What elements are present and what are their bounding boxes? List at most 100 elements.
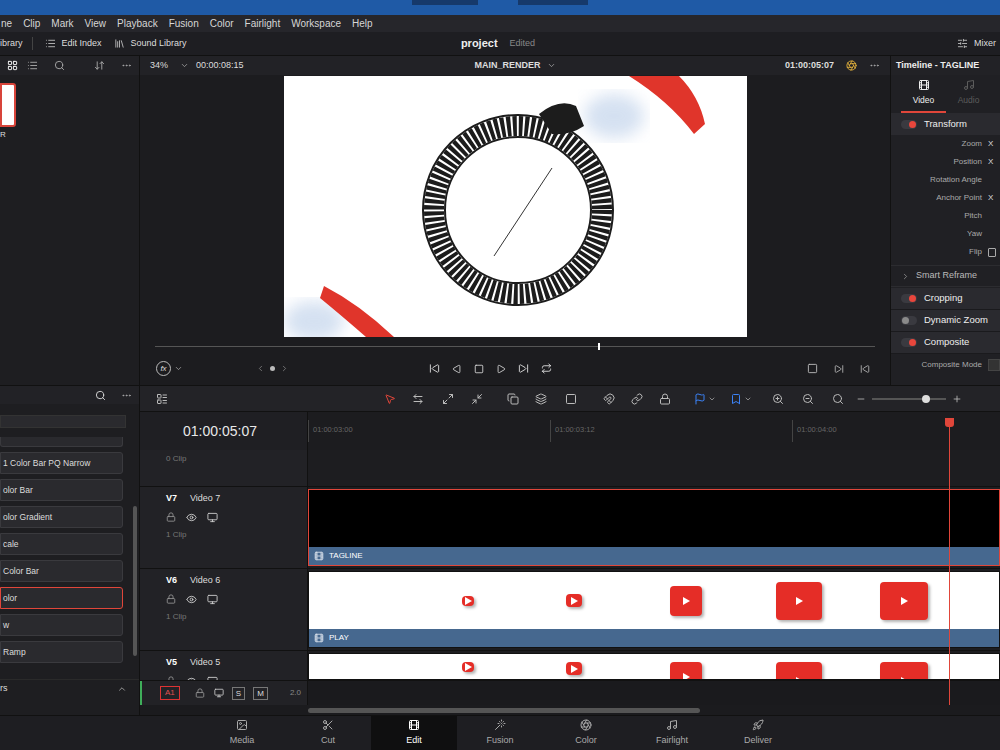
page-tab[interactable]: Edit: [371, 716, 457, 750]
inspector-field-value[interactable]: X: [988, 156, 1000, 168]
list-view-icon[interactable]: [27, 60, 38, 71]
composite-mode-dropdown[interactable]: [988, 359, 1000, 371]
playhead-head[interactable]: [945, 418, 954, 427]
snapping-icon[interactable]: [603, 393, 615, 405]
viewer-mode-icon[interactable]: [807, 363, 818, 374]
prev-clip-icon[interactable]: [256, 364, 265, 373]
effects-item[interactable]: Ramp: [0, 641, 123, 663]
effects-more-icon[interactable]: [121, 390, 132, 401]
stop-icon[interactable]: [474, 364, 484, 374]
auto-select-icon[interactable]: [214, 688, 224, 698]
auto-select-icon[interactable]: [186, 594, 197, 605]
track-name[interactable]: Video 7: [190, 492, 220, 506]
menu-item[interactable]: Playback: [117, 16, 158, 31]
page-tab[interactable]: Fusion: [457, 716, 543, 750]
track-name[interactable]: Video 6: [190, 574, 220, 588]
inspector-section[interactable]: Dynamic Zoom: [891, 310, 1000, 332]
zoom-custom-icon[interactable]: [832, 393, 844, 405]
linked-selection-icon[interactable]: [631, 393, 643, 405]
menu-item[interactable]: Color: [210, 16, 234, 31]
scrubber-handle[interactable]: [598, 343, 600, 350]
marker-icon[interactable]: [730, 393, 742, 405]
skip-forward-icon[interactable]: [518, 363, 529, 374]
menu-item[interactable]: Fusion: [169, 16, 199, 31]
toggle-switch[interactable]: [901, 294, 917, 303]
toolbar-button[interactable]: Edit Index: [45, 37, 102, 51]
fx-button[interactable]: fx: [156, 361, 171, 376]
grid-view-icon[interactable]: [7, 60, 18, 71]
playhead[interactable]: [949, 418, 950, 705]
selection-tool-icon[interactable]: [384, 393, 396, 405]
play-reverse-icon[interactable]: [452, 364, 462, 374]
play-icon[interactable]: [496, 364, 506, 374]
effects-item[interactable]: olor: [0, 587, 123, 609]
menu-item[interactable]: Mark: [51, 16, 73, 31]
timeline-scrollbar[interactable]: [308, 708, 700, 713]
inspector-tab[interactable]: Audio: [946, 75, 991, 113]
track-visibility-icon[interactable]: [207, 594, 218, 605]
viewer-more-icon[interactable]: [869, 60, 880, 71]
effects-item[interactable]: cale: [0, 533, 123, 555]
more-icon[interactable]: [121, 60, 132, 71]
track-name[interactable]: Video 5: [190, 656, 220, 670]
page-tab[interactable]: Media: [199, 716, 285, 750]
next-edit-icon[interactable]: [834, 364, 844, 374]
media-clip[interactable]: R: [0, 83, 16, 141]
zoom-slider-knob[interactable]: [922, 395, 930, 403]
zoom-dropdown-icon[interactable]: [180, 61, 189, 70]
effects-item[interactable]: w: [0, 614, 123, 636]
page-tab[interactable]: Cut: [285, 716, 371, 750]
timeline-ruler[interactable]: 01:00:03:0001:00:03:1201:00:04:00: [308, 412, 1000, 450]
effects-item[interactable]: 1 Color Bar PQ Narrow: [0, 452, 123, 474]
audio-track-label[interactable]: A1: [160, 686, 180, 700]
timeline-clip[interactable]: [308, 653, 1000, 680]
lock-icon[interactable]: [166, 594, 176, 604]
dynamic-trim-icon[interactable]: [442, 393, 454, 405]
inspector-tab[interactable]: Video: [901, 75, 946, 113]
flag-icon[interactable]: [694, 393, 706, 405]
menu-item[interactable]: ne: [1, 16, 12, 31]
viewer-zoom[interactable]: 34%: [150, 59, 168, 73]
effects-scrollbar[interactable]: [133, 506, 137, 656]
timeline-view-options-icon[interactable]: [156, 393, 168, 405]
insert-clip-icon[interactable]: [507, 393, 519, 405]
blade-tool-icon[interactable]: [471, 393, 483, 405]
inspector-field-value[interactable]: X: [988, 138, 1000, 150]
color-view-icon[interactable]: [846, 60, 857, 71]
effects-item[interactable]: olor Gradient: [0, 506, 123, 528]
trim-tool-icon[interactable]: [412, 393, 424, 405]
viewer-scrubber[interactable]: [140, 341, 890, 352]
inspector-field-value[interactable]: [988, 248, 1000, 257]
zoom-slider[interactable]: [872, 398, 946, 400]
prev-edit-icon[interactable]: [860, 364, 870, 374]
effects-item[interactable]: Color Bar: [0, 560, 123, 582]
page-tab[interactable]: Fairlight: [629, 716, 715, 750]
toggle-switch[interactable]: [901, 120, 917, 129]
loop-icon[interactable]: [541, 363, 552, 374]
effects-group-header[interactable]: rs: [0, 679, 139, 697]
track-visibility-icon[interactable]: [207, 512, 218, 523]
timeline-clip[interactable]: PLAY: [308, 571, 1000, 648]
marker-dropdown-icon[interactable]: [744, 395, 752, 403]
sort-icon[interactable]: [94, 60, 105, 71]
effects-item[interactable]: olor Bar: [0, 479, 123, 501]
effects-search-icon[interactable]: [95, 390, 106, 401]
inspector-field-value[interactable]: X: [988, 192, 1000, 204]
toggle-switch[interactable]: [901, 338, 917, 347]
zoom-out-icon[interactable]: [856, 394, 866, 404]
next-clip-icon[interactable]: [280, 364, 289, 373]
toolbar-button[interactable]: ibrary: [0, 37, 33, 51]
zoom-in-icon[interactable]: [952, 394, 962, 404]
page-tab[interactable]: Color: [543, 716, 629, 750]
toggle-switch[interactable]: [901, 316, 917, 325]
timeline-clip[interactable]: TAGLINE: [308, 489, 1000, 566]
solo-button[interactable]: S: [232, 687, 245, 700]
lock-icon[interactable]: [166, 512, 176, 522]
menu-item[interactable]: Help: [352, 16, 373, 31]
page-tab[interactable]: Deliver: [715, 716, 801, 750]
mixer-button[interactable]: Mixer: [957, 37, 996, 51]
inspector-section[interactable]: Composite: [891, 332, 1000, 354]
zoom-detail-icon[interactable]: [802, 393, 814, 405]
menu-item[interactable]: View: [85, 16, 107, 31]
flag-dropdown-icon[interactable]: [708, 395, 716, 403]
